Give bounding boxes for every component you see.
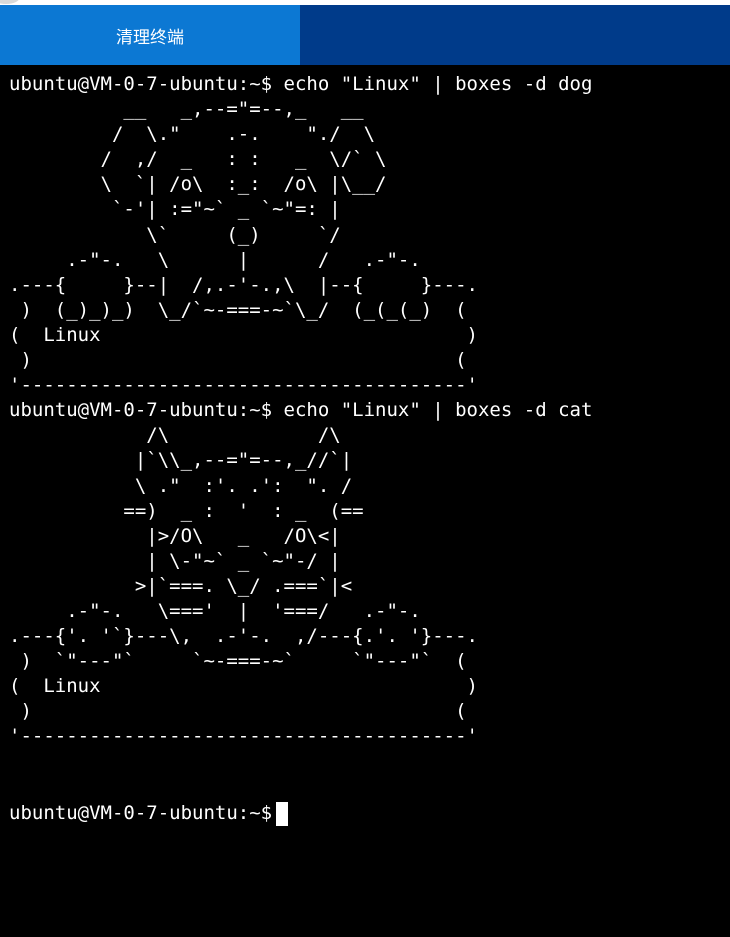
corner-decoration (0, 0, 20, 4)
text-cursor (276, 801, 289, 826)
terminal-prompt-line[interactable]: ubuntu@VM-0-7-ubuntu:~$ (9, 801, 289, 826)
terminal-area[interactable]: ubuntu@VM-0-7-ubuntu:~$ echo "Linux" | b… (0, 65, 730, 937)
clear-terminal-button[interactable]: 清理终端 (0, 5, 300, 65)
terminal-prompt: ubuntu@VM-0-7-ubuntu:~$ (9, 802, 273, 824)
terminal-output: ubuntu@VM-0-7-ubuntu:~$ echo "Linux" | b… (9, 73, 593, 748)
terminal-window: 清理终端 ubuntu@VM-0-7-ubuntu:~$ echo "Linux… (0, 0, 730, 937)
terminal-toolbar: 清理终端 (0, 5, 730, 65)
